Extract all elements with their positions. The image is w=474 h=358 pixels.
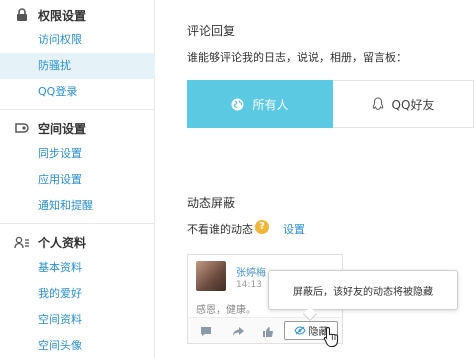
section-divider xyxy=(0,223,155,224)
section-title: 空间设置 xyxy=(38,121,87,136)
feed-block-settings-link[interactable]: 设置 xyxy=(283,221,305,237)
comment-reply-question: 谁能够评论我的日志，说说，相册，留言板： xyxy=(187,51,407,64)
sidebar-item-qq-login[interactable]: QQ登录 xyxy=(0,79,155,105)
comment-reply-title: 评论回复 xyxy=(187,24,236,38)
like-icon[interactable] xyxy=(260,324,276,338)
hide-eye-icon xyxy=(293,326,306,335)
tooltip-text: 屏蔽后，该好友的动态将被隐藏 xyxy=(293,286,433,298)
sidebar-item-sync-settings[interactable]: 同步设置 xyxy=(0,141,155,167)
sidebar-item-app-settings[interactable]: 应用设置 xyxy=(0,167,155,193)
profile-card-icon xyxy=(14,235,30,249)
feed-author-name[interactable]: 张婷梅 xyxy=(236,264,266,279)
avatar xyxy=(196,261,226,291)
sidebar-item-basic-info[interactable]: 基本资料 xyxy=(0,255,155,281)
feed-action-bar: 隐藏 xyxy=(188,317,342,343)
hide-tooltip: 屏蔽后，该好友的动态将被隐藏 xyxy=(268,270,458,310)
sidebar-item-space-info[interactable]: 空间资料 xyxy=(0,307,155,333)
sidebar-item-hobbies[interactable]: 我的爱好 xyxy=(0,281,155,307)
section-profile-header: 个人资料 xyxy=(0,229,155,255)
section-space-settings-header: 空间设置 xyxy=(0,115,155,141)
globe-icon xyxy=(231,98,244,111)
share-icon[interactable] xyxy=(230,324,246,338)
comment-icon[interactable] xyxy=(198,324,214,338)
sidebar-item-notifications[interactable]: 通知和提醒 xyxy=(0,193,155,219)
sidebar-item-access-permission[interactable]: 访问权限 xyxy=(0,27,155,53)
help-icon[interactable]: ? xyxy=(255,220,269,234)
hand-cursor-icon xyxy=(323,326,341,352)
option-qq-friends[interactable]: QQ好友 xyxy=(333,80,474,128)
qq-penguin-icon xyxy=(372,97,384,111)
option-everyone[interactable]: 所有人 xyxy=(187,80,333,128)
section-title: 权限设置 xyxy=(38,8,87,23)
section-privacy-header: 权限设置 xyxy=(0,2,155,28)
option-label: QQ好友 xyxy=(391,97,435,112)
sidebar-item-anti-harassment[interactable]: 防骚扰 xyxy=(0,53,155,79)
feed-block-question: 不看谁的动态 xyxy=(187,223,253,236)
option-label: 所有人 xyxy=(252,97,289,112)
section-divider xyxy=(0,109,155,110)
feed-block-title: 动态屏蔽 xyxy=(187,196,236,210)
lock-icon xyxy=(14,8,30,22)
settings-icon xyxy=(14,121,30,135)
sidebar: 权限设置 访问权限 防骚扰 QQ登录 空间设置 同步设置 应用设置 通知和提醒 … xyxy=(0,0,155,358)
feed-content: 感恩，健康。 xyxy=(196,305,256,316)
feed-time: 14:13 xyxy=(236,280,262,290)
main-content: 评论回复 谁能够评论我的日志，说说，相册，留言板： 所有人 QQ好友 动态屏蔽 … xyxy=(155,0,474,358)
sidebar-item-space-avatar[interactable]: 空间头像 xyxy=(0,333,155,358)
section-title: 个人资料 xyxy=(38,235,87,250)
